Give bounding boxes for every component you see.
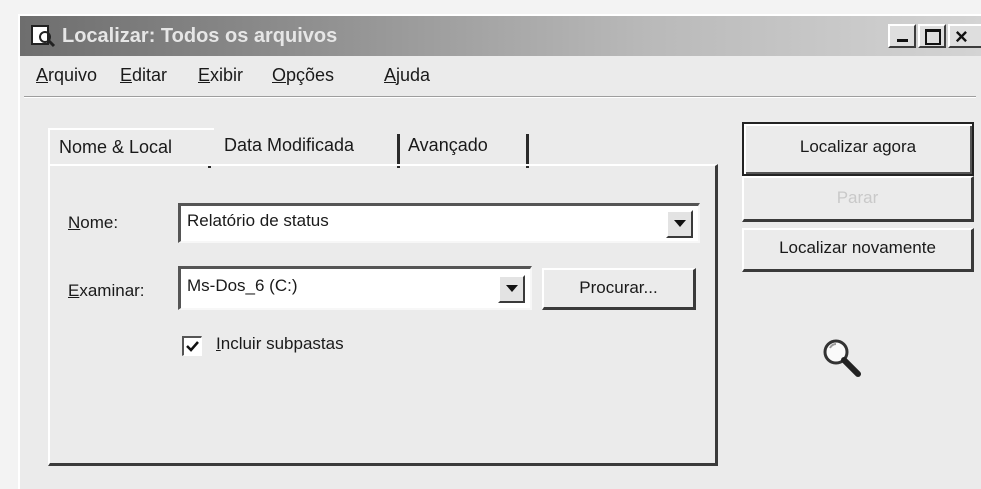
tab-divider	[526, 134, 529, 168]
maximize-button[interactable]	[918, 24, 946, 48]
magnifier-icon	[823, 339, 861, 377]
menu-ajuda[interactable]: Ajuda	[384, 65, 430, 86]
menu-separator	[24, 96, 976, 98]
new-search-label: Localizar novamente	[779, 238, 936, 257]
lookin-dropdown-button[interactable]	[498, 275, 525, 303]
find-now-button[interactable]: Localizar agora	[742, 122, 974, 176]
name-combobox[interactable]: Relatório de status	[178, 203, 700, 243]
menu-opcoes[interactable]: Opções	[272, 65, 334, 86]
checkmark-icon	[186, 341, 199, 352]
window-title: Localizar: Todos os arquivos	[62, 25, 338, 47]
minimize-button[interactable]	[888, 24, 916, 48]
menu-exibir[interactable]: Exibir	[198, 65, 243, 86]
name-label: Nome:	[68, 213, 119, 232]
lookin-combobox[interactable]: Ms-Dos_6 (C:)	[178, 266, 532, 310]
title-bar[interactable]: Localizar: Todos os arquivos ×	[20, 16, 981, 56]
stop-label: Parar	[836, 188, 879, 207]
find-now-label: Localizar agora	[799, 137, 917, 156]
menu-editar[interactable]: Editar	[120, 65, 167, 86]
lookin-value: Ms-Dos_6 (C:)	[187, 276, 298, 295]
find-dialog-window: Localizar: Todos os arquivos × Arquivo E…	[18, 14, 981, 489]
name-value: Relatório de status	[187, 211, 329, 230]
browse-button[interactable]: Procurar...	[542, 268, 696, 310]
include-subfolders-checkbox[interactable]	[182, 336, 202, 356]
browse-button-label: Procurar...	[579, 278, 658, 297]
tab-avancado[interactable]: Avançado	[402, 128, 488, 162]
lookin-label: Examinar:	[68, 281, 145, 300]
include-subfolders-label[interactable]: Incluir subpastas	[216, 334, 344, 354]
menu-arquivo[interactable]: Arquivo	[36, 65, 97, 86]
close-button[interactable]: ×	[948, 24, 981, 49]
tab-nome-local[interactable]: Nome & Local	[48, 128, 214, 164]
new-search-button[interactable]: Localizar novamente	[742, 228, 974, 272]
tab-data-modificada[interactable]: Data Modificada	[218, 128, 354, 162]
find-app-icon	[31, 25, 56, 48]
tab-divider	[397, 134, 400, 168]
close-icon: ×	[955, 24, 968, 49]
name-dropdown-button[interactable]	[666, 210, 693, 238]
menu-bar: Arquivo Editar Exibir Opções Ajuda	[20, 62, 960, 92]
stop-button: Parar	[742, 176, 974, 222]
